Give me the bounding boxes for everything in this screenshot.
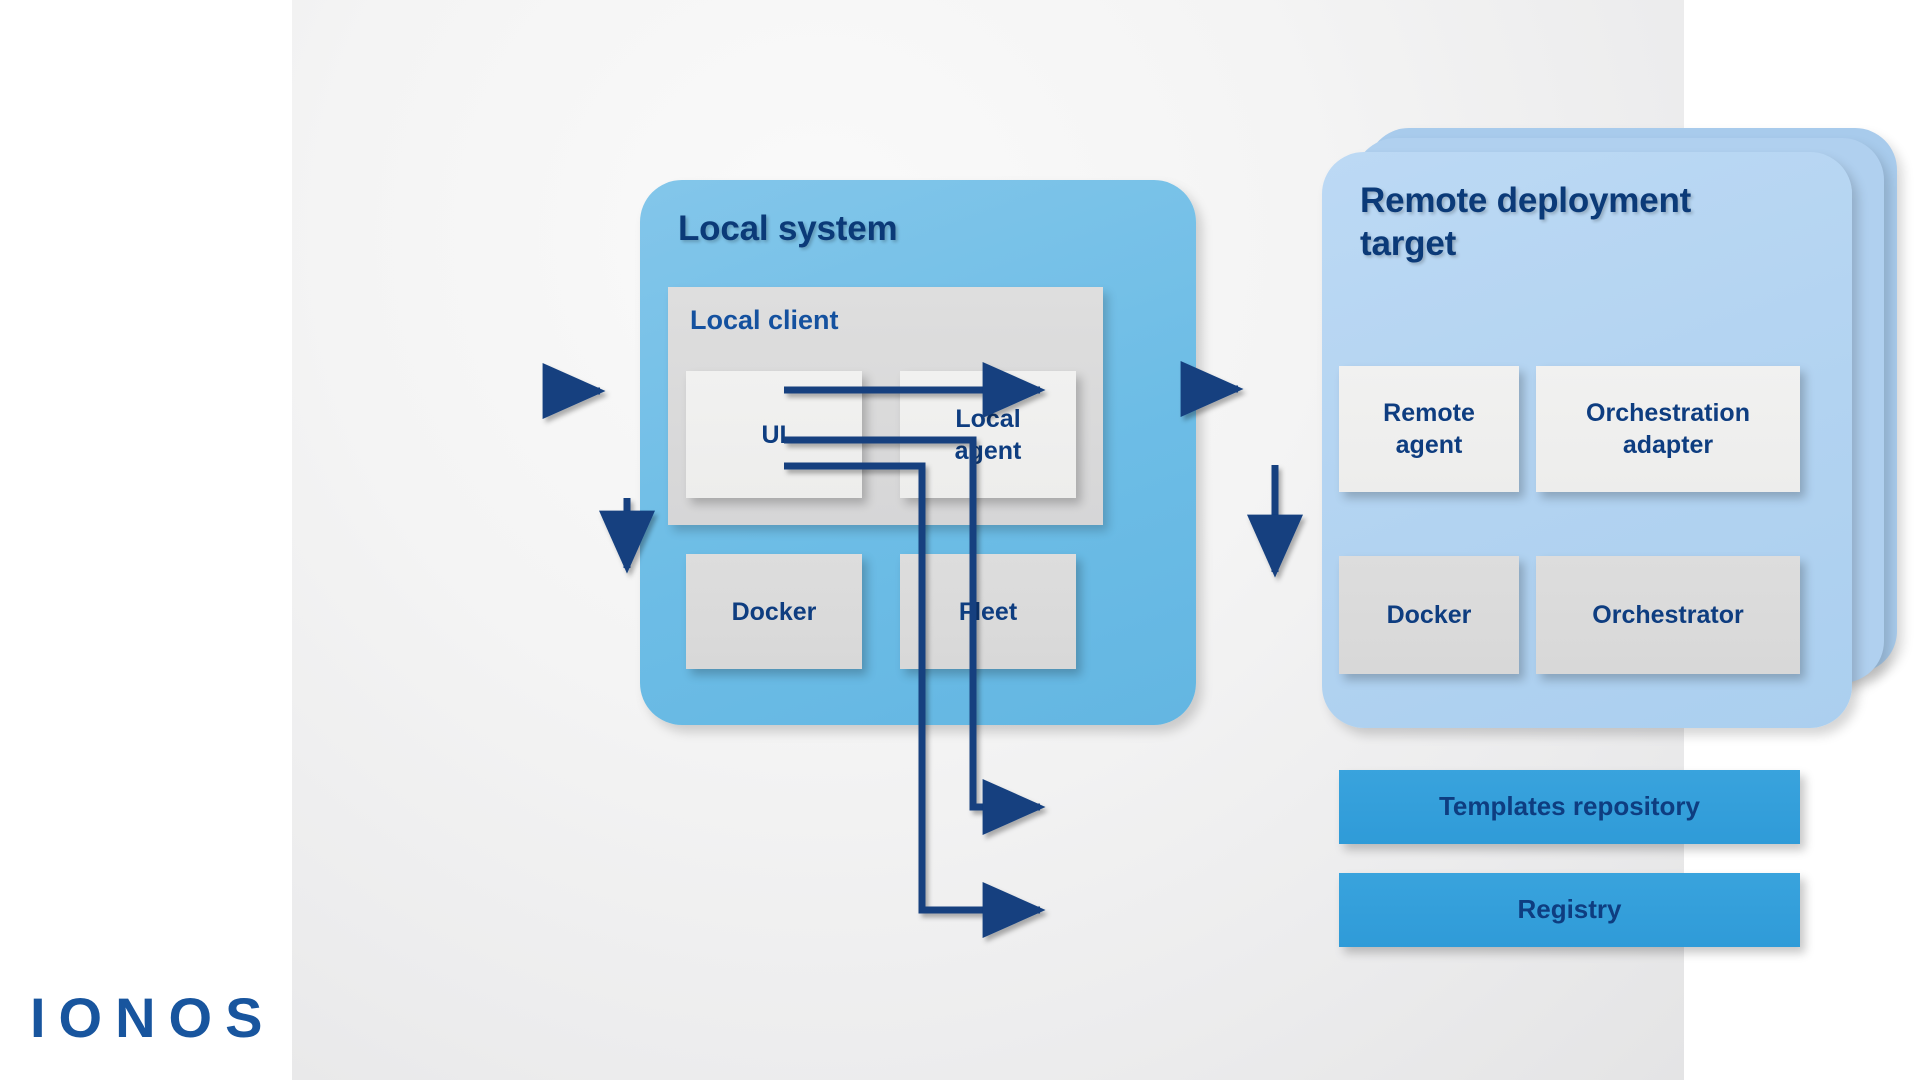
node-orchestration-adapter[interactable]: Orchestration adapter (1536, 366, 1800, 492)
node-ui[interactable]: UI (686, 371, 862, 498)
node-orchestrator-label: Orchestrator (1592, 601, 1744, 629)
local-system-title: Local system (678, 209, 898, 248)
remote-target-title: Remote deployment target (1360, 181, 1692, 263)
node-fleet-label: Fleet (958, 597, 1018, 626)
slide-background: Local system Remote deployment target Lo… (292, 0, 1897, 1080)
node-templates-repository-label: Templates repository (1438, 791, 1701, 822)
node-fleet[interactable]: Fleet (900, 554, 1076, 669)
node-registry-label: Registry (1517, 894, 1622, 925)
node-orchestrator[interactable]: Orchestrator (1536, 556, 1800, 674)
node-local-agent[interactable]: Local agent (900, 371, 1076, 498)
node-templates-repository[interactable]: Templates repository (1339, 770, 1800, 844)
node-docker-local[interactable]: Docker (686, 554, 862, 669)
node-docker-remote[interactable]: Docker (1339, 556, 1519, 674)
node-ui-label: UI (761, 420, 787, 449)
ionos-logo: IONOS (30, 986, 276, 1049)
node-docker-remote-label: Docker (1386, 601, 1472, 629)
slide-canvas: Local system Remote deployment target Lo… (0, 0, 1920, 1080)
node-docker-local-label: Docker (731, 597, 817, 626)
node-orchestration-adapter-label: Orchestration adapter (1586, 399, 1750, 459)
node-local-agent-label: Local agent (954, 404, 1022, 465)
node-remote-agent[interactable]: Remote agent (1339, 366, 1519, 492)
node-remote-agent-label: Remote agent (1383, 399, 1475, 459)
node-registry[interactable]: Registry (1339, 873, 1800, 947)
local-client-label: Local client (690, 305, 839, 335)
